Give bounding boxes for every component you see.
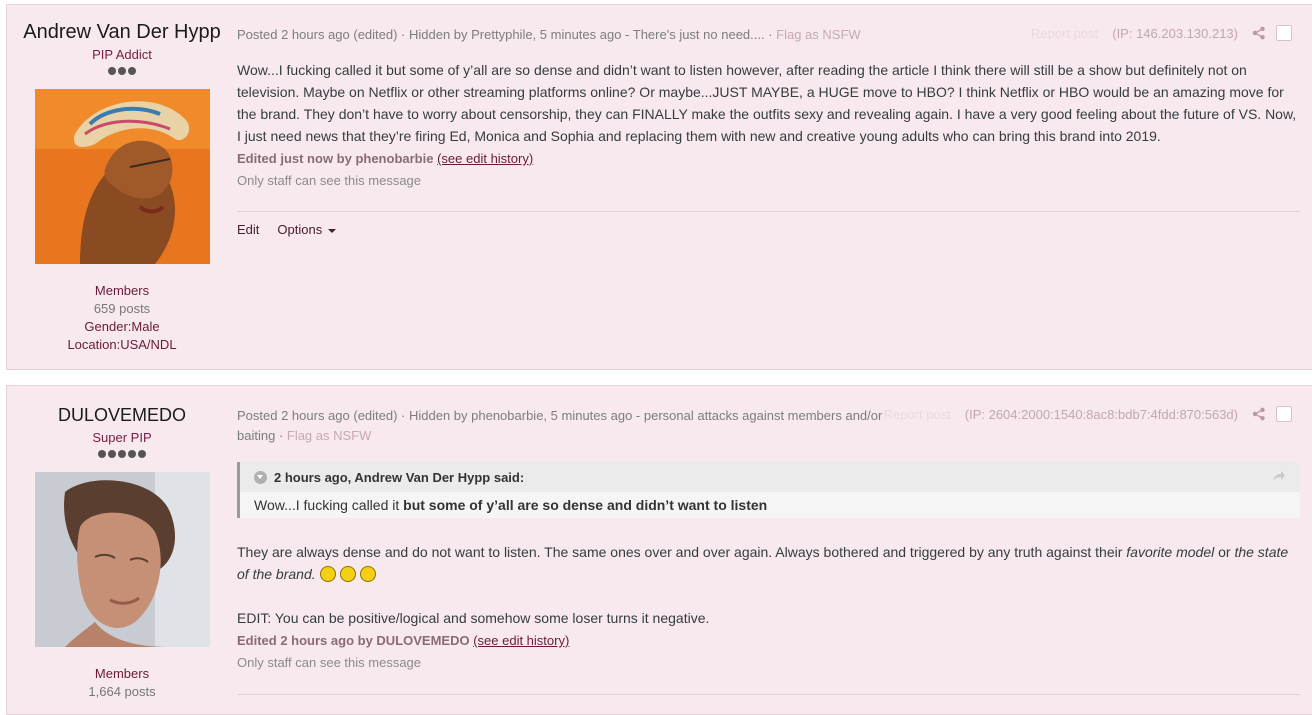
post-tools: Report post (IP: 146.203.130.213) [1031, 25, 1292, 41]
edit-history-link[interactable]: (see edit history) [473, 633, 569, 648]
post-count: 1,664 posts [88, 684, 156, 699]
staff-only-note: Only staff can see this message [237, 655, 422, 670]
emoji-icon [359, 566, 376, 582]
emoji-icon [339, 566, 356, 582]
post-andrew: Andrew Van Der Hypp PIP Addict Members 6… [6, 4, 1312, 370]
member-group: Members [94, 283, 150, 298]
post-tools: Report post (IP: 2604:2000:1540:8ac8:bdb… [884, 406, 1292, 422]
options-menu[interactable]: Options [277, 222, 337, 237]
emoji-icon [319, 566, 336, 582]
options-label: Options [277, 222, 323, 237]
report-post-link[interactable]: Report post [1031, 26, 1098, 41]
go-to-post-icon[interactable] [1272, 470, 1286, 482]
post-content: Posted 2 hours ago (edited) · Hidden by … [237, 5, 1312, 369]
quote-text-plain: Wow...I fucking called it [254, 497, 404, 513]
quote-citation[interactable]: 2 hours ago, Andrew Van Der Hypp said: [240, 462, 1300, 492]
ip-address[interactable]: (IP: 2604:2000:1540:8ac8:bdb7:4fdd:870:5… [965, 407, 1238, 422]
share-icon[interactable] [1252, 26, 1266, 40]
author-meta: Members 659 posts Gender:Male Location:U… [7, 282, 237, 354]
caret-down-icon [328, 228, 337, 233]
post-controls: Edit Options [237, 222, 337, 237]
author-meta: Members 1,664 posts [7, 665, 237, 701]
avatar[interactable] [34, 89, 210, 264]
moderation-checkbox[interactable] [1276, 25, 1292, 41]
moderation-checkbox[interactable] [1276, 406, 1292, 422]
quote-block: 2 hours ago, Andrew Van Der Hypp said: W… [237, 462, 1300, 518]
author-name[interactable]: DULOVEMEDO [7, 404, 237, 426]
post-dulovemedo: DULOVEMEDO Super PIP Members 1,664 posts… [6, 385, 1312, 715]
flag-nsfw-link[interactable]: Flag as NSFW [287, 428, 372, 443]
post-content: Posted 2 hours ago (edited) · Hidden by … [237, 386, 1312, 714]
quote-text-bold: but some of y’all are so dense and didn’… [403, 497, 768, 513]
edit-button[interactable]: Edit [237, 222, 259, 237]
post-count: 659 posts [93, 301, 151, 316]
author-rank: Super PIP [92, 430, 152, 445]
quote-text: Wow...I fucking called it but some of y’… [240, 494, 1300, 516]
edited-by: Edited 2 hours ago by DULOVEMEDO [237, 633, 470, 648]
collapse-toggle-icon[interactable] [254, 470, 267, 484]
share-icon[interactable] [1252, 407, 1266, 421]
post-header: Posted 2 hours ago (edited) · Hidden by … [237, 25, 887, 45]
quote-citation-text: 2 hours ago, Andrew Van Der Hypp said: [274, 469, 525, 485]
staff-only-note: Only staff can see this message [237, 173, 422, 188]
edit-note: Edited 2 hours ago by DULOVEMEDO (see ed… [237, 631, 569, 651]
author-panel: Andrew Van Der Hypp PIP Addict Members 6… [7, 5, 237, 354]
edit-note: Edited just now by phenobarbie (see edit… [237, 149, 533, 169]
post-edit-line: EDIT: You can be positive/logical and so… [237, 610, 710, 626]
edit-history-link[interactable]: (see edit history) [437, 151, 533, 166]
post-body: Wow...I fucking called it but some of y’… [237, 62, 1297, 144]
post-body: They are always dense and do not want to… [237, 541, 1300, 585]
member-group: Members [94, 666, 150, 681]
rank-pips [7, 65, 237, 77]
divider [237, 211, 1300, 212]
body-text-1: They are always dense and do not want to… [237, 544, 1127, 560]
body-em-1: favorite model [1126, 544, 1215, 560]
edited-by: Edited just now by phenobarbie [237, 151, 434, 166]
body-text-mid: or [1214, 544, 1235, 560]
flag-nsfw-link[interactable]: Flag as NSFW [776, 27, 861, 42]
post-meta: Posted 2 hours ago (edited) · Hidden by … [237, 27, 777, 42]
post-header: Posted 2 hours ago (edited) · Hidden by … [237, 406, 887, 446]
avatar[interactable] [34, 472, 210, 647]
author-name[interactable]: Andrew Van Der Hypp [7, 21, 237, 43]
report-post-link[interactable]: Report post [884, 407, 951, 422]
gender-field: Gender:Male [84, 319, 160, 334]
rank-pips [7, 448, 237, 460]
author-panel: DULOVEMEDO Super PIP Members 1,664 posts [7, 386, 237, 701]
location-field: Location:USA/NDL [67, 337, 177, 352]
divider [237, 694, 1300, 695]
ip-address[interactable]: (IP: 146.203.130.213) [1112, 26, 1238, 41]
author-rank: PIP Addict [92, 47, 152, 62]
